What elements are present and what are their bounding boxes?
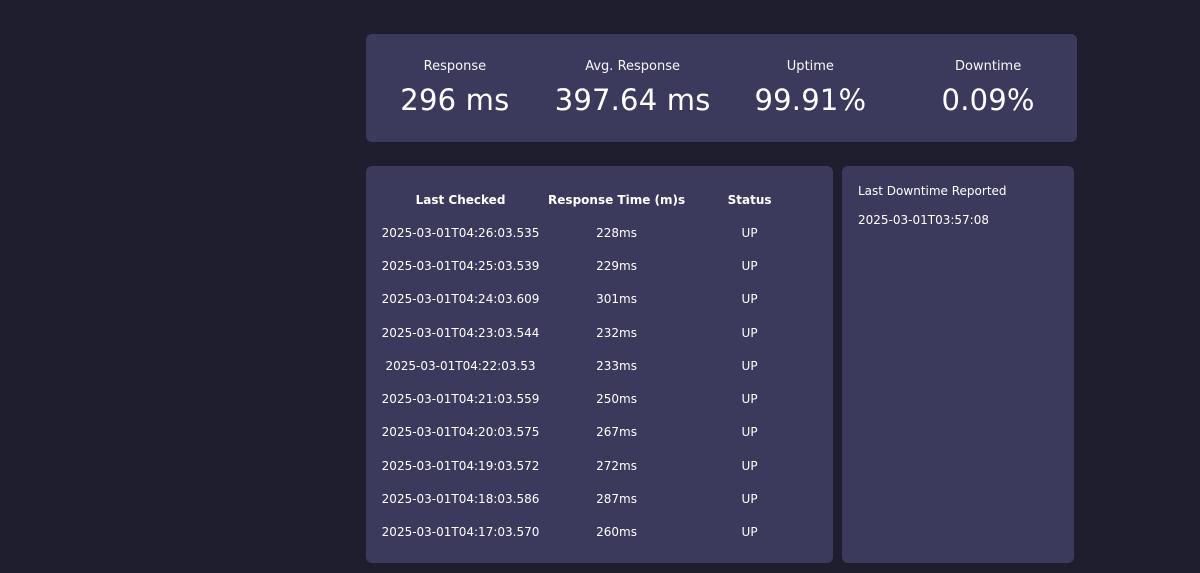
response-metric: Response 296 ms bbox=[366, 34, 544, 119]
axis-tick-fragment bbox=[852, 0, 866, 3]
uptime-label: Uptime bbox=[786, 59, 834, 74]
last-checked-cell: 2025-03-01T04:22:03.53 bbox=[385, 358, 536, 373]
last-downtime-title: Last Downtime Reported bbox=[858, 184, 1007, 198]
status-cell: UP bbox=[741, 258, 758, 273]
table-row: 2025-03-01T04:22:03.53 233ms UP bbox=[373, 349, 814, 382]
axis-tick-fragment bbox=[610, 0, 624, 3]
axis-tick-fragment bbox=[720, 0, 734, 3]
axis-tick-fragment bbox=[984, 0, 998, 3]
table-row: 2025-03-01T04:18:03.586 287ms UP bbox=[373, 482, 814, 515]
response-time-header: Response Time (m)s bbox=[548, 192, 686, 207]
checks-table-body: 2025-03-01T04:26:03.535 228ms UP 2025-03… bbox=[373, 216, 814, 549]
last-checked-cell: 2025-03-01T04:21:03.559 bbox=[381, 392, 540, 407]
response-value: 296 ms bbox=[400, 83, 510, 117]
status-cell: UP bbox=[741, 225, 758, 240]
table-row: 2025-03-01T04:20:03.575 267ms UP bbox=[373, 416, 814, 449]
table-row: 2025-03-01T04:19:03.572 272ms UP bbox=[373, 449, 814, 482]
response-time-cell: 287ms bbox=[596, 492, 638, 507]
axis-tick-fragment bbox=[764, 0, 778, 3]
uptime-metric: Uptime 99.91% bbox=[722, 34, 900, 119]
downtime-metric: Downtime 0.09% bbox=[899, 34, 1077, 119]
axis-tick-fragment bbox=[368, 0, 382, 3]
axis-tick-fragment bbox=[962, 0, 976, 3]
checks-panel: Last Checked Response Time (m)s Status 2… bbox=[366, 166, 833, 563]
table-row: 2025-03-01T04:25:03.539 229ms UP bbox=[373, 249, 814, 282]
downtime-label: Downtime bbox=[955, 59, 1022, 74]
summary-metrics: Response 296 ms Avg. Response 397.64 ms … bbox=[366, 34, 1077, 142]
summary-panel: Response 296 ms Avg. Response 397.64 ms … bbox=[366, 34, 1077, 142]
axis-tick-fragment bbox=[896, 0, 910, 3]
status-cell: UP bbox=[741, 292, 758, 307]
table-row: 2025-03-01T04:17:03.570 260ms UP bbox=[373, 516, 814, 549]
status-cell: UP bbox=[741, 392, 758, 407]
axis-tick-fragment bbox=[566, 0, 580, 3]
axis-tick-fragment bbox=[918, 0, 932, 3]
axis-tick-fragment bbox=[456, 0, 470, 3]
axis-tick-fragment bbox=[808, 0, 822, 3]
last-checked-cell: 2025-03-01T04:17:03.570 bbox=[381, 525, 540, 540]
axis-tick-fragment bbox=[874, 0, 888, 3]
axis-tick-fragment bbox=[544, 0, 558, 3]
last-checked-cell: 2025-03-01T04:23:03.544 bbox=[381, 325, 540, 340]
axis-tick-fragment bbox=[1006, 0, 1020, 3]
response-time-cell: 260ms bbox=[596, 525, 638, 540]
axis-tick-fragment bbox=[940, 0, 954, 3]
response-time-cell: 272ms bbox=[596, 458, 638, 473]
axis-tick-fragment bbox=[1028, 0, 1042, 3]
status-cell: UP bbox=[741, 525, 758, 540]
last-checked-cell: 2025-03-01T04:20:03.575 bbox=[381, 425, 540, 440]
checks-table: Last Checked Response Time (m)s Status 2… bbox=[373, 183, 814, 549]
table-row: 2025-03-01T04:26:03.535 228ms UP bbox=[373, 216, 814, 249]
status-cell: UP bbox=[741, 425, 758, 440]
response-time-cell: 232ms bbox=[596, 325, 638, 340]
avg-response-label: Avg. Response bbox=[585, 59, 681, 74]
last-checked-cell: 2025-03-01T04:18:03.586 bbox=[381, 492, 540, 507]
axis-tick-fragment bbox=[412, 0, 426, 3]
status-cell: UP bbox=[741, 325, 758, 340]
last-checked-cell: 2025-03-01T04:26:03.535 bbox=[381, 225, 540, 240]
response-label: Response bbox=[423, 59, 487, 74]
response-time-cell: 233ms bbox=[596, 358, 638, 373]
checks-table-header: Last Checked Response Time (m)s Status bbox=[373, 183, 814, 216]
response-time-cell: 301ms bbox=[596, 292, 638, 307]
last-downtime-value: 2025-03-01T03:57:08 bbox=[858, 213, 989, 227]
last-checked-cell: 2025-03-01T04:25:03.539 bbox=[381, 258, 540, 273]
table-row: 2025-03-01T04:24:03.609 301ms UP bbox=[373, 283, 814, 316]
status-cell: UP bbox=[741, 358, 758, 373]
axis-tick-fragment bbox=[676, 0, 690, 3]
axis-tick-fragment bbox=[500, 0, 514, 3]
last-checked-cell: 2025-03-01T04:24:03.609 bbox=[381, 292, 540, 307]
axis-tick-fragment bbox=[698, 0, 712, 3]
table-header-row: Last Checked Response Time (m)s Status bbox=[373, 183, 814, 216]
status-cell: UP bbox=[741, 492, 758, 507]
avg-response-metric: Avg. Response 397.64 ms bbox=[544, 34, 722, 119]
axis-tick-fragment bbox=[390, 0, 404, 3]
last-checked-cell: 2025-03-01T04:19:03.572 bbox=[381, 458, 540, 473]
axis-tick-fragment bbox=[588, 0, 602, 3]
table-row: 2025-03-01T04:21:03.559 250ms UP bbox=[373, 382, 814, 415]
status-cell: UP bbox=[741, 458, 758, 473]
response-time-cell: 250ms bbox=[596, 392, 638, 407]
response-time-cell: 229ms bbox=[596, 258, 638, 273]
axis-tick-fragment bbox=[654, 0, 668, 3]
axis-tick-fragment bbox=[478, 0, 492, 3]
last-downtime-panel: Last Downtime Reported 2025-03-01T03:57:… bbox=[842, 166, 1074, 563]
axis-tick-fragment bbox=[786, 0, 800, 3]
last-checked-header: Last Checked bbox=[415, 192, 506, 207]
axis-tick-fragment bbox=[434, 0, 448, 3]
response-time-cell: 228ms bbox=[596, 225, 638, 240]
downtime-value: 0.09% bbox=[941, 83, 1035, 117]
axis-tick-fragment bbox=[742, 0, 756, 3]
uptime-value: 99.91% bbox=[754, 83, 867, 117]
axis-tick-fragment bbox=[632, 0, 646, 3]
table-row: 2025-03-01T04:23:03.544 232ms UP bbox=[373, 316, 814, 349]
chart-axis-fragment bbox=[366, 0, 1076, 8]
response-time-cell: 267ms bbox=[596, 425, 638, 440]
axis-tick-fragment bbox=[830, 0, 844, 3]
avg-response-value: 397.64 ms bbox=[554, 83, 711, 117]
axis-tick-fragment bbox=[522, 0, 536, 3]
status-header: Status bbox=[727, 192, 772, 207]
